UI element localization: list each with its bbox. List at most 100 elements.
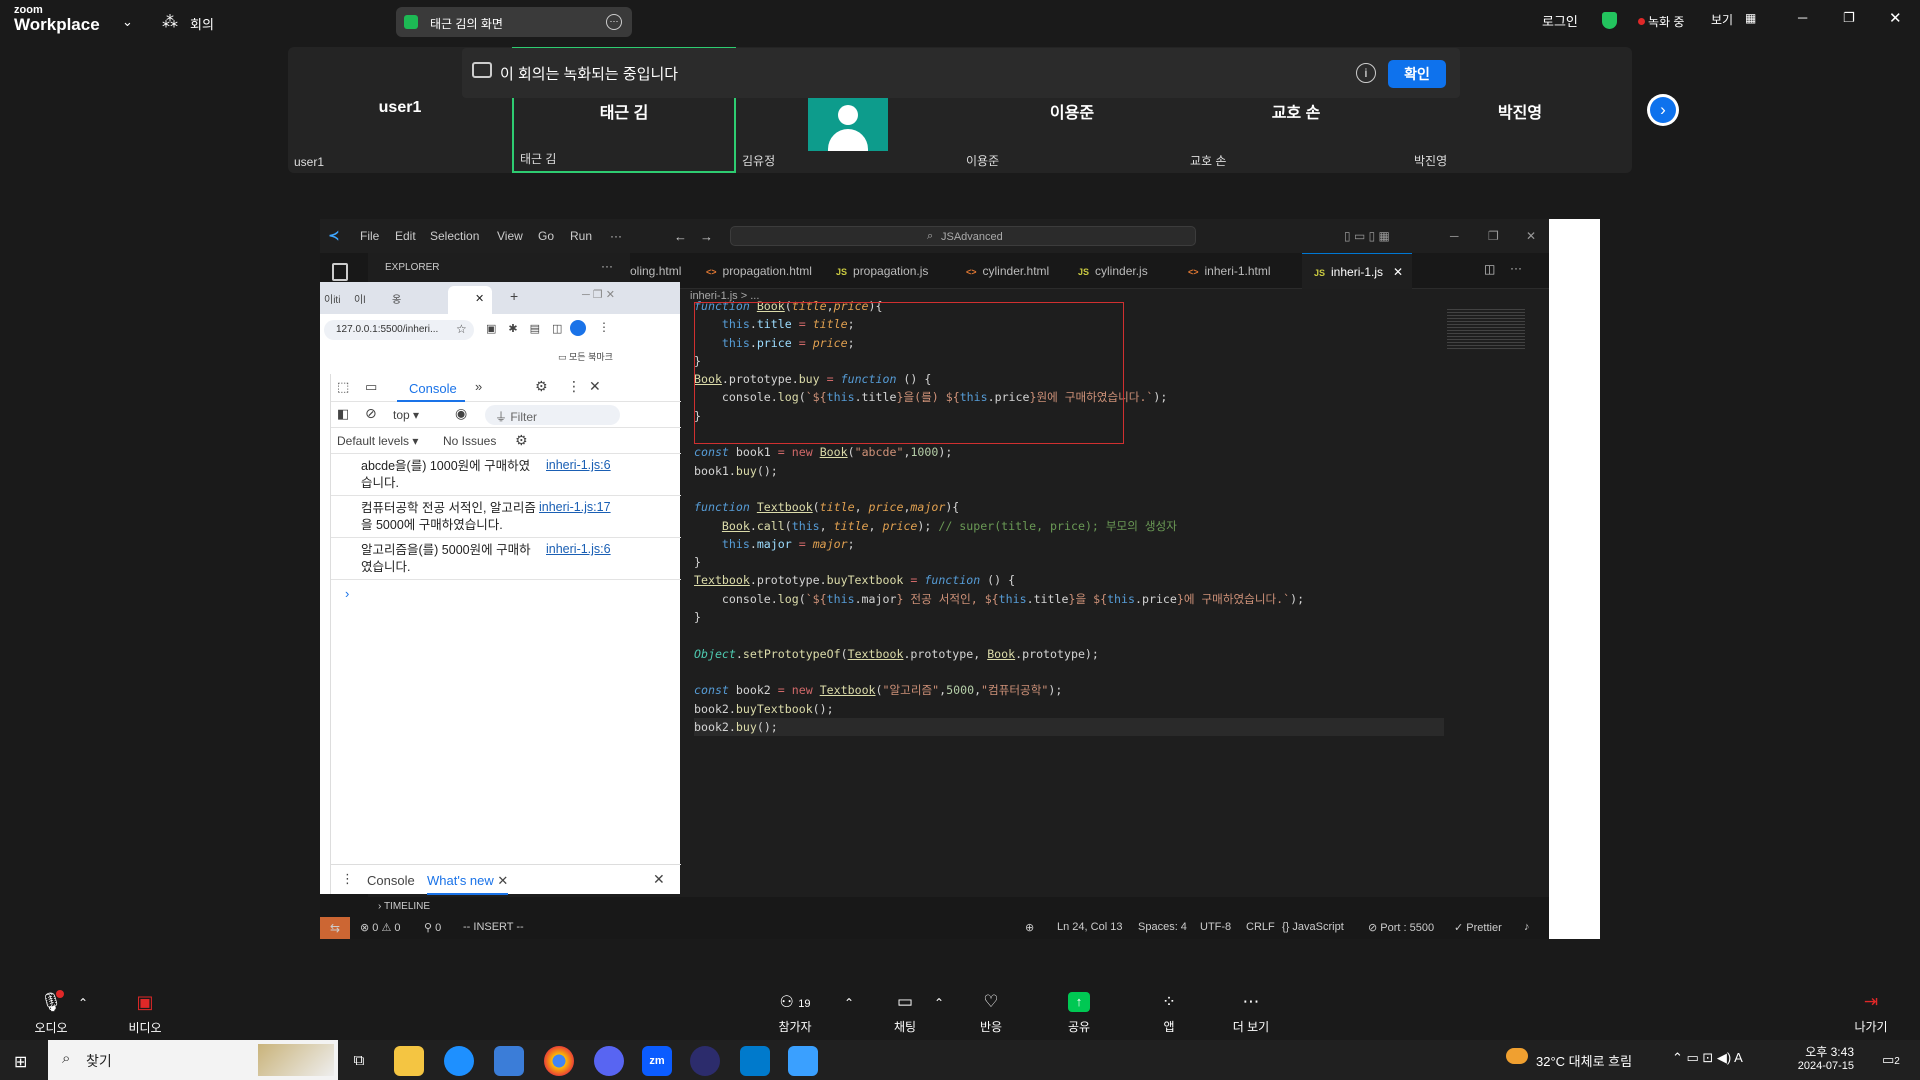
clear-console-icon[interactable]: ⊘ (365, 405, 377, 422)
context-select[interactable]: top ▾ (393, 408, 419, 422)
close-icon[interactable]: ✕ (1393, 265, 1403, 279)
tab[interactable]: <> propagation.html (700, 253, 835, 289)
chevron-up-icon[interactable]: ⌃ (844, 996, 854, 1010)
remote-icon[interactable]: ⇆ (320, 917, 350, 939)
prettier-status[interactable]: ✓ Prettier (1454, 921, 1502, 934)
ports-indicator[interactable]: ⚲ 0 (424, 921, 441, 934)
recording-status[interactable]: 녹화 중 (1648, 13, 1684, 30)
command-center[interactable]: ⌕ JSAdvanced (730, 226, 1196, 246)
restore-icon[interactable]: ❐ (1488, 229, 1499, 243)
more-tabs-icon[interactable]: » (475, 379, 482, 394)
minimap[interactable] (1447, 309, 1525, 349)
extension-icons[interactable]: ▣✱▤◫ (486, 322, 574, 335)
window-controls[interactable]: ─ ❐ ✕ (582, 288, 615, 301)
new-tab-icon[interactable]: + (510, 288, 518, 304)
drawer-tab-console[interactable]: Console (367, 873, 415, 888)
sidebar-icon[interactable]: ◧ (337, 406, 349, 422)
levels-dropdown[interactable]: Default levels ▾ (337, 434, 418, 448)
live-server-port[interactable]: ⊘ Port : 5500 (1368, 921, 1434, 934)
tab[interactable]: JS cylinder.js (1072, 253, 1182, 289)
minimize-icon[interactable]: ─ (1450, 229, 1459, 243)
tab[interactable]: JS propagation.js (830, 253, 960, 289)
restore-icon[interactable]: ❐ (1843, 10, 1855, 26)
menu-run[interactable]: Run (570, 229, 592, 243)
edge-icon[interactable] (444, 1046, 474, 1076)
minimize-icon[interactable]: ─ (1798, 10, 1807, 25)
drawer-menu-icon[interactable]: ⋮ (341, 871, 354, 887)
task-view-icon[interactable]: ⧉ (344, 1046, 374, 1076)
console-prompt[interactable]: › (345, 586, 349, 601)
source-link[interactable]: inheri-1.js:6 (546, 542, 611, 556)
audio-button[interactable]: 🎙︎ 오디오 (16, 992, 86, 1036)
source-link[interactable]: inheri-1.js:6 (546, 458, 611, 472)
cursor-position[interactable]: Ln 24, Col 13 (1057, 921, 1122, 933)
browser-tab[interactable]: 옹 (392, 291, 401, 306)
participants-button[interactable]: ⚇ 19 참가자 (760, 992, 830, 1035)
bookmarks-folder[interactable]: ▭ 모든 북마크 (558, 350, 613, 363)
issues-button[interactable]: No Issues (443, 434, 496, 448)
confirm-button[interactable]: 확인 (1388, 60, 1446, 88)
vscode-app-icon[interactable] (740, 1046, 770, 1076)
apps-button[interactable]: ⁘ 앱 (1134, 992, 1204, 1035)
close-icon[interactable]: ✕ (589, 378, 601, 395)
menu-edit[interactable]: Edit (395, 229, 416, 243)
language-mode[interactable]: {} JavaScript (1282, 921, 1344, 933)
line-ending[interactable]: CRLF (1246, 921, 1275, 933)
drawer-tab-whats-new[interactable]: What's new ✕ (427, 865, 509, 895)
settings-icon[interactable]: ⚙ (535, 378, 548, 395)
react-button[interactable]: ♡ 반응 (956, 992, 1026, 1035)
chevron-up-icon[interactable]: ⌃ (934, 996, 944, 1010)
browser-tab-active[interactable]: ✕ (448, 286, 492, 314)
menu-icon[interactable]: ⋮ (598, 320, 610, 334)
paint-icon[interactable] (788, 1046, 818, 1076)
taskbar-search[interactable]: ⌕ 찾기 (48, 1040, 338, 1080)
share-button[interactable]: ↑ 공유 (1044, 992, 1114, 1035)
video-button[interactable]: ▣ 비디오 (110, 992, 180, 1036)
weather-text[interactable]: 32°C 대체로 흐림 (1536, 1051, 1632, 1070)
windows-start-icon[interactable]: ⊞ (14, 1052, 27, 1072)
back-icon[interactable]: ← (674, 229, 687, 244)
clock-time[interactable]: 오후 3:43 (1800, 1043, 1854, 1060)
more-button[interactable]: ⋯ 더 보기 (1216, 992, 1286, 1035)
menu-selection[interactable]: Selection (430, 229, 479, 243)
leave-button[interactable]: ⇥ 나가기 (1836, 992, 1906, 1035)
eclipse-icon[interactable] (690, 1046, 720, 1076)
close-icon[interactable]: ✕ (653, 871, 665, 888)
bell-icon[interactable]: ♪ (1524, 921, 1530, 933)
filter-input[interactable]: ⏚ Filter (485, 405, 620, 425)
chat-button[interactable]: ▭ 채팅 (870, 992, 940, 1035)
clock-date[interactable]: 2024-07-15 (1790, 1060, 1854, 1072)
zoom-icon[interactable]: ⊕ (1025, 921, 1034, 934)
chrome-icon[interactable] (544, 1046, 574, 1076)
layout-icon[interactable]: ▯ ▭ ▯ ▦ (1344, 229, 1390, 243)
files-icon[interactable] (332, 263, 348, 281)
forward-icon[interactable]: → (700, 229, 713, 244)
menu-icon[interactable]: ⋮ (567, 378, 581, 395)
encoding[interactable]: UTF-8 (1200, 921, 1231, 933)
tab[interactable]: <> cylinder.html (960, 253, 1072, 289)
address-bar[interactable]: 127.0.0.1:5500/inheri... (324, 320, 474, 340)
close-icon[interactable]: ✕ (1889, 9, 1902, 27)
info-icon[interactable]: i (1356, 63, 1376, 83)
tab-console[interactable]: Console (397, 374, 465, 402)
browser-tab[interactable]: 이l (354, 291, 365, 306)
problems-indicator[interactable]: ⊗ 0 ⚠ 0 (360, 921, 401, 934)
split-editor-icon[interactable]: ◫ (1484, 262, 1495, 276)
chevron-up-icon[interactable]: ⌃ (78, 996, 88, 1010)
device-icon[interactable]: ▭ (365, 379, 377, 395)
view-button[interactable]: 보기 (1711, 11, 1733, 28)
inspect-icon[interactable]: ⬚ (337, 379, 349, 395)
store-icon[interactable] (494, 1046, 524, 1076)
settings-icon[interactable]: ⚙ (515, 432, 528, 449)
tray-icons[interactable]: ⌃ ▭ ⊡ ◀) A (1672, 1050, 1743, 1066)
menu-go[interactable]: Go (538, 229, 554, 243)
next-page-button[interactable]: › (1647, 94, 1679, 126)
tab[interactable]: <> inheri-1.html (1182, 253, 1292, 289)
star-icon[interactable]: ☆ (456, 322, 467, 336)
meeting-menu[interactable]: 회의 (190, 14, 214, 33)
login-button[interactable]: 로그인 (1542, 11, 1578, 30)
timeline-panel[interactable]: › TIMELINE (368, 897, 1549, 917)
close-icon[interactable]: ✕ (475, 292, 484, 305)
browser-tab[interactable]: 이iti (324, 291, 340, 306)
more-icon[interactable]: ··· (606, 14, 622, 30)
